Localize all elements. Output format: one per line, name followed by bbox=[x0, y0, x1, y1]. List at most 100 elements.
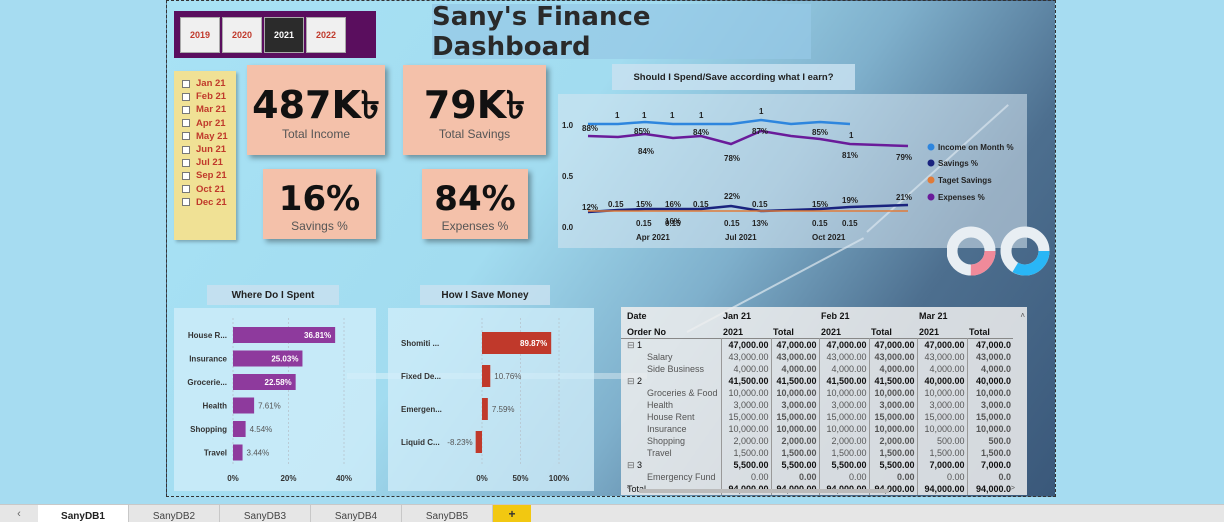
collapse-icon[interactable]: ⊟ bbox=[627, 460, 637, 470]
checkbox-icon[interactable] bbox=[182, 132, 190, 141]
scroll-left-icon[interactable]: < bbox=[627, 485, 631, 492]
data-label: 78% bbox=[724, 154, 740, 163]
collapse-icon[interactable]: ⊟ bbox=[627, 340, 637, 350]
horizontal-scrollbar[interactable]: < > bbox=[625, 485, 1017, 495]
matrix-cell: 15,000.00 bbox=[818, 410, 869, 423]
savings-pct-value: 16% bbox=[278, 179, 361, 219]
data-label: 16% bbox=[665, 200, 681, 209]
save-chart-title: How I Save Money bbox=[420, 285, 550, 305]
matrix-cell: 10,000.00 bbox=[818, 386, 869, 399]
finance-matrix-table[interactable]: Date Jan 21 Feb 21 Mar 21 Order No 2021 … bbox=[621, 307, 1027, 495]
data-label: 84% bbox=[693, 128, 709, 137]
matrix-header: Total bbox=[773, 326, 794, 337]
year-button-2019[interactable]: 2019 bbox=[180, 17, 220, 53]
year-button-2020[interactable]: 2020 bbox=[222, 17, 262, 53]
checkbox-icon[interactable] bbox=[182, 105, 190, 114]
checkbox-icon[interactable] bbox=[182, 145, 190, 154]
month-option[interactable]: Dec 21 bbox=[182, 196, 236, 209]
tab-sanydb2[interactable]: SanyDB2 bbox=[129, 505, 220, 522]
checkbox-icon[interactable] bbox=[182, 171, 190, 180]
matrix-cell: 3,000.00 bbox=[720, 398, 771, 411]
matrix-row-label: Insurance bbox=[647, 423, 687, 434]
data-label: 13% bbox=[752, 219, 768, 228]
month-option[interactable]: Sep 21 bbox=[182, 169, 236, 182]
dashboard-title: Sany's Finance Dashboard bbox=[432, 1, 651, 62]
matrix-cell: 3,000.00 bbox=[818, 398, 869, 411]
year-button-2021[interactable]: 2021 bbox=[264, 17, 304, 53]
dashboard-title-box: Sany's Finance Dashboard bbox=[432, 1, 811, 62]
matrix-header bbox=[869, 307, 917, 322]
month-label: Mar 21 bbox=[196, 104, 227, 116]
bar bbox=[233, 397, 255, 414]
matrix-cell: 0.00 bbox=[818, 470, 869, 483]
month-option[interactable]: Jan 21 bbox=[182, 77, 236, 90]
scroll-up-icon[interactable]: ˄ bbox=[1020, 311, 1025, 320]
save-bar-chart[interactable]: 0% 50% 100% Shomiti ... 89.87% Fixed De... 10.… bbox=[388, 308, 594, 491]
month-option[interactable]: May 21 bbox=[182, 130, 236, 143]
add-page-button[interactable]: + bbox=[493, 505, 531, 522]
data-label: 12% bbox=[582, 203, 598, 212]
month-option[interactable]: Jun 21 bbox=[182, 143, 236, 156]
matrix-header: Order No bbox=[627, 326, 667, 337]
tab-sanydb5[interactable]: SanyDB5 bbox=[402, 505, 493, 522]
matrix-cell: 4,000.00 bbox=[916, 362, 967, 375]
month-option[interactable]: Oct 21 bbox=[182, 183, 236, 196]
x-tick-label: 40% bbox=[336, 474, 352, 483]
matrix-cell: 43,000.00 bbox=[818, 350, 869, 363]
matrix-cell: 47,000.0 bbox=[966, 338, 1013, 351]
matrix-cell: 10,000.00 bbox=[868, 386, 917, 399]
checkbox-icon[interactable] bbox=[182, 185, 190, 194]
matrix-cell: 5,500.00 bbox=[868, 458, 917, 471]
tab-scroll-left-icon[interactable]: ‹ bbox=[0, 505, 38, 522]
bar-value-label: 4.54% bbox=[250, 425, 273, 434]
month-option[interactable]: Jul 21 bbox=[182, 156, 236, 169]
matrix-cell: 0.0 bbox=[966, 470, 1013, 483]
checkbox-icon[interactable] bbox=[182, 198, 190, 207]
checkbox-icon[interactable] bbox=[182, 119, 190, 128]
data-label: 21% bbox=[896, 193, 912, 202]
matrix-row-label: Health bbox=[647, 399, 674, 410]
matrix-cell: 15,000.0 bbox=[966, 410, 1013, 423]
month-label: Oct 21 bbox=[196, 183, 226, 195]
spent-bar-chart[interactable]: 0% 20% 40% House R... 36.81% Insurance 25.03% G… bbox=[174, 308, 376, 491]
matrix-cell: 2,000.00 bbox=[720, 434, 771, 447]
tab-sanydb3[interactable]: SanyDB3 bbox=[220, 505, 311, 522]
x-tick-label: 50% bbox=[512, 474, 528, 483]
tab-sanydb4[interactable]: SanyDB4 bbox=[311, 505, 402, 522]
matrix-header: Date bbox=[627, 311, 647, 321]
scrollbar-thumb[interactable] bbox=[639, 489, 889, 493]
matrix-cell: 15,000.00 bbox=[916, 410, 967, 423]
year-button-2022[interactable]: 2022 bbox=[306, 17, 346, 53]
checkbox-icon[interactable] bbox=[182, 92, 190, 101]
month-option[interactable]: Feb 21 bbox=[182, 90, 236, 103]
matrix-group-row: ⊟ 3 5,500.00 5,500.00 5,500.00 5,500.00 7,000… bbox=[621, 458, 1013, 471]
matrix-cell: 10,000.0 bbox=[966, 386, 1013, 399]
checkbox-icon[interactable] bbox=[182, 158, 190, 167]
matrix-cell: 1,500.00 bbox=[818, 446, 869, 459]
month-option[interactable]: Apr 21 bbox=[182, 117, 236, 130]
save-chart-svg: 0% 50% 100% Shomiti ... 89.87% Fixed De... 10.… bbox=[401, 318, 569, 483]
data-label: 85% bbox=[812, 128, 828, 137]
data-label: 15% bbox=[636, 200, 652, 209]
month-label: Jan 21 bbox=[196, 78, 226, 90]
matrix-cell: 3,000.00 bbox=[868, 398, 917, 411]
matrix-cell: 5,500.00 bbox=[770, 458, 819, 471]
checkbox-icon[interactable] bbox=[182, 79, 190, 88]
tab-sanydb1[interactable]: SanyDB1 bbox=[38, 505, 129, 522]
bar-value-label: 25.03% bbox=[271, 355, 298, 364]
legend-marker bbox=[927, 176, 935, 184]
month-option[interactable]: Mar 21 bbox=[182, 103, 236, 116]
bar-category-label: Grocerie... bbox=[187, 378, 227, 387]
matrix-cell: 3,000.0 bbox=[966, 398, 1013, 411]
scroll-right-icon[interactable]: > bbox=[1011, 485, 1015, 492]
bar-category-label: Fixed De... bbox=[401, 372, 441, 381]
total-savings-card: 79K৳ Total Savings bbox=[403, 65, 546, 155]
matrix-row-label: Shopping bbox=[647, 435, 686, 446]
matrix-cell: 10,000.00 bbox=[916, 422, 967, 435]
matrix-cell: 43,000.00 bbox=[770, 350, 819, 363]
month-label: Apr 21 bbox=[196, 117, 226, 129]
matrix-group-row: ⊟ 1 47,000.00 47,000.00 47,000.00 47,000.00 4… bbox=[621, 338, 1013, 351]
spent-chart-title: Where Do I Spent bbox=[207, 285, 339, 305]
matrix-cell: 0.00 bbox=[868, 470, 917, 483]
collapse-icon[interactable]: ⊟ bbox=[627, 376, 637, 386]
